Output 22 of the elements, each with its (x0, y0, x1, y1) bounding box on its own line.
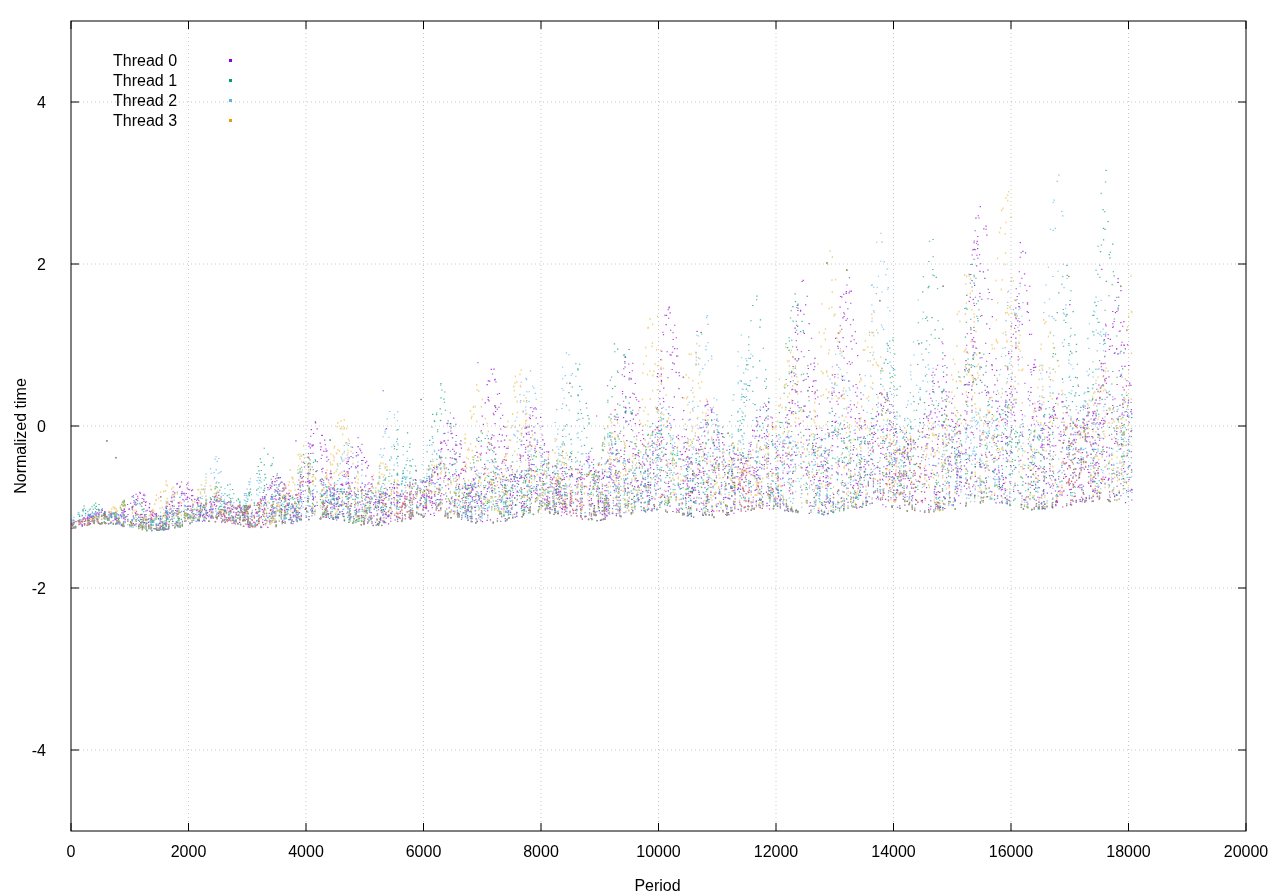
legend-label: Thread 1 (113, 72, 178, 89)
x-axis-label: Period (634, 877, 681, 894)
x-tick-label: 16000 (988, 843, 1034, 860)
x-tick-label: 8000 (523, 843, 559, 860)
y-tick-label: -4 (31, 742, 46, 759)
x-tick-label: 6000 (405, 843, 442, 860)
y-tick-label: 2 (37, 256, 46, 273)
y-tick-label: -2 (31, 580, 46, 597)
y-tick-label: 0 (37, 418, 46, 435)
x-tick-label: 18000 (1106, 843, 1151, 860)
x-tick-label: 14000 (871, 843, 916, 860)
x-tick-label: 20000 (1223, 843, 1269, 860)
legend-label: Thread 0 (113, 52, 178, 69)
x-tick-label: 0 (66, 843, 76, 860)
y-axis-label: Normalized time (12, 378, 29, 494)
x-tick-label: 2000 (170, 843, 207, 860)
legend-label: Thread 2 (113, 92, 178, 109)
x-tick-label: 4000 (288, 843, 324, 860)
legend-label: Thread 3 (113, 112, 178, 129)
x-tick-label: 10000 (636, 843, 681, 860)
y-tick-label: 4 (37, 94, 46, 111)
x-tick-label: 12000 (753, 843, 799, 860)
